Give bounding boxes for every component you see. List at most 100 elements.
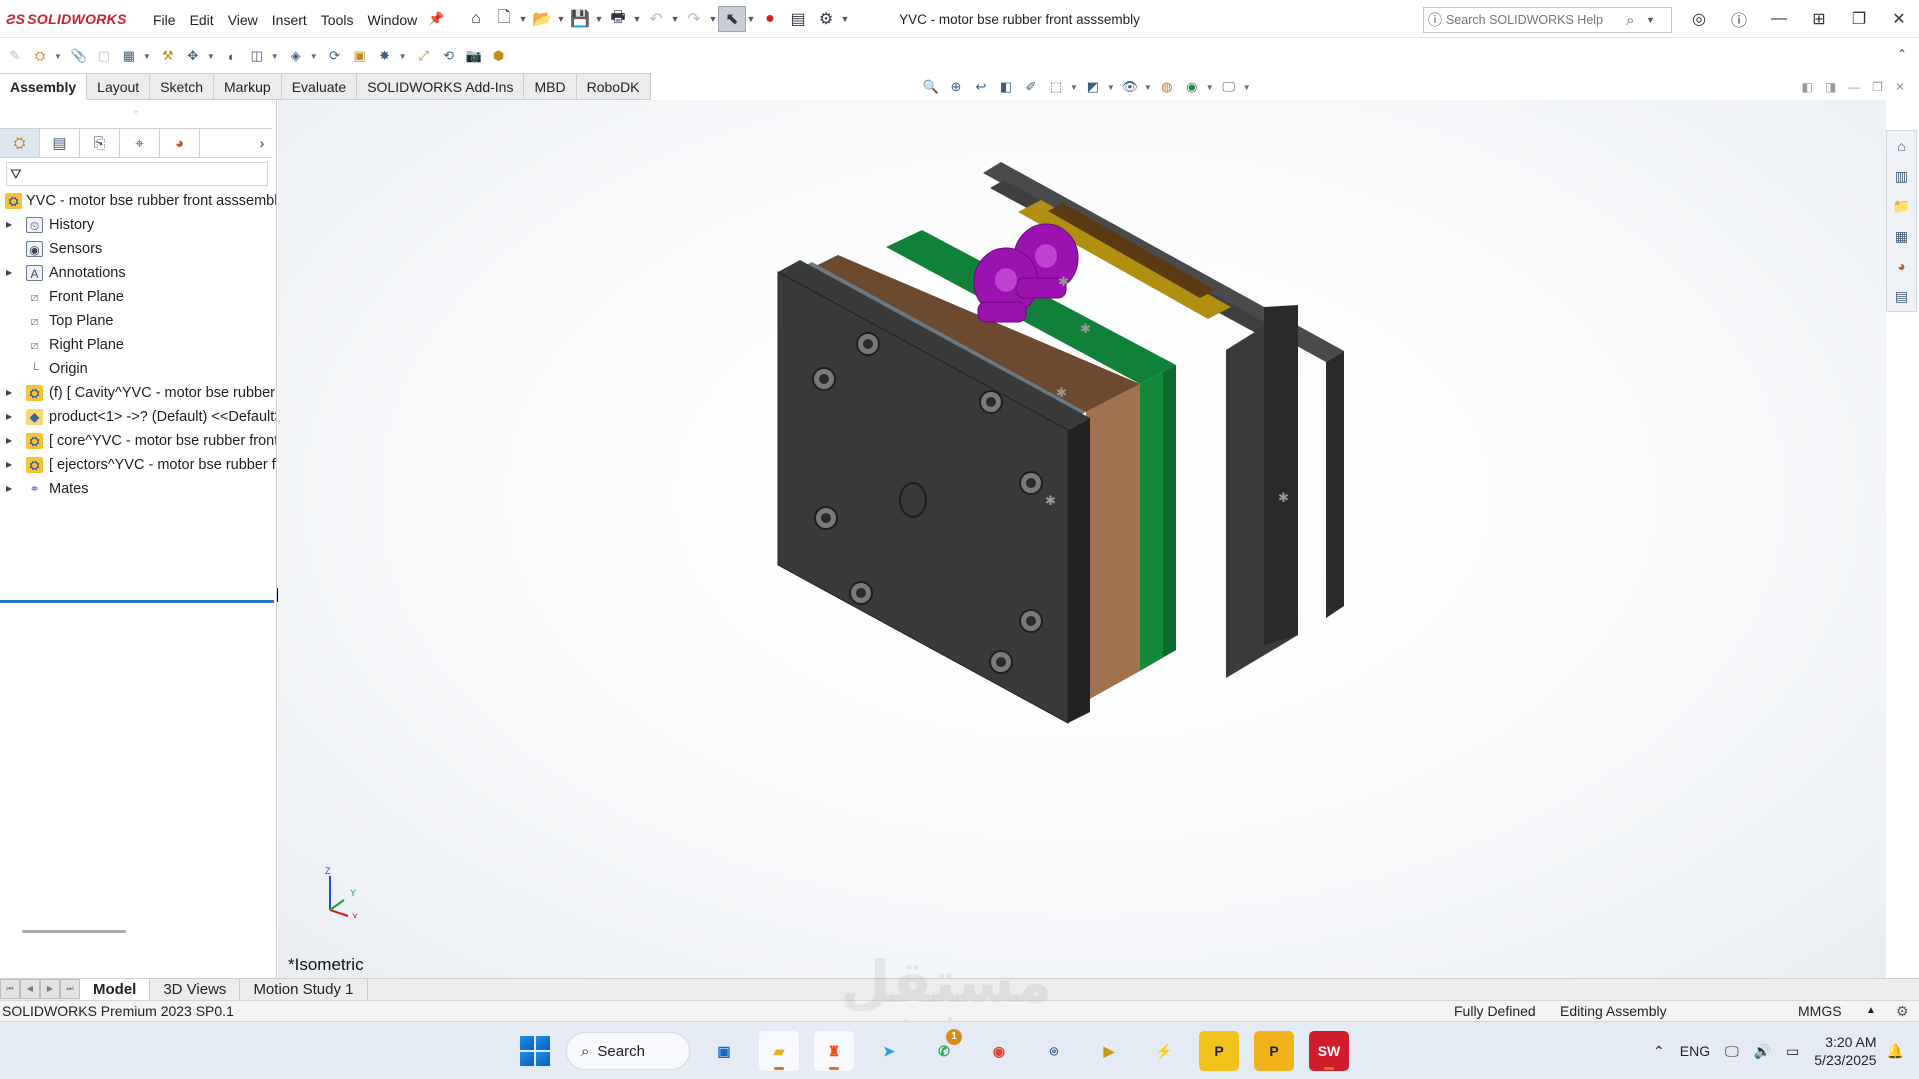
- view-palette-icon[interactable]: ▦: [1887, 221, 1916, 251]
- tree-item-sensors[interactable]: ◉ Sensors: [0, 237, 276, 261]
- tab-markup[interactable]: Markup: [214, 73, 282, 100]
- tree-root-assembly[interactable]: ⛭ YVC - motor bse rubber front asssembly: [0, 189, 276, 213]
- configurationmanager-icon[interactable]: ⎘: [80, 129, 120, 157]
- insert-components-icon[interactable]: ⛭: [29, 45, 51, 67]
- section-view-icon[interactable]: ◧: [995, 76, 1017, 98]
- tree-item-annotations[interactable]: ▶ A Annotations: [0, 261, 276, 285]
- mold-assembly-model[interactable]: ✱ ✱ ✱ ✱ ✱: [278, 100, 1886, 978]
- chrome-icon[interactable]: ◉: [979, 1031, 1019, 1071]
- tree-item-mates[interactable]: ▶ ⚭ Mates: [0, 477, 276, 501]
- menu-file[interactable]: File: [146, 12, 183, 28]
- clock[interactable]: 3:20 AM 5/23/2025: [1814, 1033, 1876, 1069]
- solidworks-resources-icon[interactable]: ⌂: [1887, 131, 1916, 161]
- tab-sketch[interactable]: Sketch: [150, 73, 215, 100]
- split-right-icon[interactable]: ◨: [1825, 80, 1836, 94]
- insert-components-dropdown-icon[interactable]: ▼: [54, 52, 62, 61]
- tree-item-right-plane[interactable]: ⧄ Right Plane: [0, 333, 276, 357]
- tab-motion-study[interactable]: Motion Study 1: [240, 979, 368, 1000]
- expand-arrow-icon[interactable]: ▶: [6, 213, 12, 237]
- viewport-close-icon[interactable]: ✕: [1895, 80, 1905, 94]
- pattern-dropdown-icon[interactable]: ▼: [143, 52, 151, 61]
- expand-arrow-icon[interactable]: ▶: [6, 405, 12, 429]
- telegram-icon[interactable]: ➤: [869, 1031, 909, 1071]
- assembly-features-icon[interactable]: ◫: [246, 45, 268, 67]
- show-hidden-icons-icon[interactable]: ⌃: [1653, 1043, 1665, 1060]
- last-tab-arrow-icon[interactable]: ⏭: [60, 979, 80, 999]
- prev-tab-arrow-icon[interactable]: ◀: [20, 979, 40, 999]
- tab-model[interactable]: Model: [80, 979, 151, 1000]
- filter-funnel-icon[interactable]: ⛛: [10, 166, 22, 182]
- notifications-icon[interactable]: 🔔: [1887, 1043, 1904, 1060]
- help-search-input[interactable]: [1446, 13, 1626, 27]
- print-icon[interactable]: 🖶: [604, 6, 632, 32]
- display-style-dropdown-icon[interactable]: ▼: [1107, 83, 1115, 92]
- restore-icon[interactable]: ❐: [1839, 9, 1879, 29]
- menu-window[interactable]: Window: [360, 12, 424, 28]
- design-library-icon[interactable]: ▥: [1887, 161, 1916, 191]
- zoom-to-fit-icon[interactable]: 🔍: [920, 76, 942, 98]
- help-icon[interactable]: ⓘ: [1719, 7, 1759, 31]
- file-explorer-icon[interactable]: ▰: [759, 1031, 799, 1071]
- zoom-to-area-icon[interactable]: ⊕: [945, 76, 967, 98]
- tree-item-cavity[interactable]: ▶ ⛭ (f) [ Cavity^YVC - motor bse rubber …: [0, 381, 276, 405]
- tree-item-product[interactable]: ▶ ◆ product<1> ->? (Default) <<Default>_…: [0, 405, 276, 429]
- compass-app-icon[interactable]: ⌾: [1034, 1031, 1074, 1071]
- mate-icon[interactable]: 📎: [68, 45, 90, 67]
- tab-layout[interactable]: Layout: [87, 73, 151, 100]
- edit-component-icon[interactable]: ✎: [4, 45, 26, 67]
- more-tabs-chevron-icon[interactable]: ›: [252, 129, 272, 157]
- solidworks-logo[interactable]: ƧS SOLIDWORKS: [6, 11, 127, 27]
- taskbar-search[interactable]: ⌕ Search: [566, 1032, 690, 1070]
- language-indicator[interactable]: ENG: [1680, 1043, 1710, 1059]
- expand-arrow-icon[interactable]: ▶: [6, 477, 12, 501]
- new-motion-study-icon[interactable]: ⟳: [324, 45, 346, 67]
- tree-item-history[interactable]: ▶ ⏲ History: [0, 213, 276, 237]
- task-view-icon[interactable]: ▣: [704, 1031, 744, 1071]
- units-arrow-icon[interactable]: ▲: [1866, 1001, 1876, 1021]
- tab-addins[interactable]: SOLIDWORKS Add-Ins: [357, 73, 525, 100]
- tab-assembly[interactable]: Assembly: [0, 73, 88, 100]
- previous-view-icon[interactable]: ↩: [970, 76, 992, 98]
- solidworks-taskbar-icon[interactable]: SW: [1309, 1031, 1349, 1071]
- minimize-icon[interactable]: —: [1759, 10, 1799, 28]
- view-orientation-dropdown-icon[interactable]: ▼: [1070, 83, 1078, 92]
- edit-appearance-icon[interactable]: ◍: [1156, 76, 1178, 98]
- propertymanager-icon[interactable]: ▤: [40, 129, 80, 157]
- features-dropdown-icon[interactable]: ▼: [271, 52, 279, 61]
- user-account-icon[interactable]: ◎: [1679, 9, 1719, 29]
- hide-show-items-icon[interactable]: 👁: [1119, 76, 1141, 98]
- select-dropdown-icon[interactable]: ▼: [746, 14, 756, 24]
- custom-properties-icon[interactable]: ▤: [1887, 281, 1916, 311]
- options-gear-icon[interactable]: ⚙: [812, 6, 840, 32]
- search-icon[interactable]: ⌕: [1626, 12, 1646, 29]
- new-dropdown-icon[interactable]: ▼: [518, 14, 528, 24]
- split-left-icon[interactable]: ◧: [1801, 80, 1812, 94]
- close-icon[interactable]: ✕: [1879, 9, 1919, 29]
- display-style-icon[interactable]: ◩: [1082, 76, 1104, 98]
- brave-browser-icon[interactable]: ♜: [814, 1031, 854, 1071]
- expand-arrow-icon[interactable]: ▶: [6, 453, 12, 477]
- undo-icon[interactable]: ↶: [642, 6, 670, 32]
- dimxpertmanager-icon[interactable]: ⌖: [120, 129, 160, 157]
- tree-filter[interactable]: ⛛: [6, 162, 268, 186]
- open-dropdown-icon[interactable]: ▼: [556, 14, 566, 24]
- horizontal-scrollbar[interactable]: [22, 930, 126, 933]
- component-preview-icon[interactable]: ▢: [93, 45, 115, 67]
- tab-mbd[interactable]: MBD: [524, 73, 577, 100]
- tree-item-top-plane[interactable]: ⧄ Top Plane: [0, 309, 276, 333]
- hide-show-dropdown-icon[interactable]: ▼: [1144, 83, 1152, 92]
- dynamic-annotation-icon[interactable]: ✐: [1020, 76, 1042, 98]
- p-snp-app-icon[interactable]: P: [1199, 1031, 1239, 1071]
- move-component-icon[interactable]: ✥: [182, 45, 204, 67]
- tree-item-ejectors[interactable]: ▶ ⛭ [ ejectors^YVC - motor bse rubber fr…: [0, 453, 276, 477]
- take-snapshot-icon[interactable]: 📷: [463, 45, 485, 67]
- unit-system[interactable]: MMGS: [1798, 1001, 1842, 1021]
- exploded-view-icon[interactable]: ✸: [374, 45, 396, 67]
- mechanical-app-icon[interactable]: ⚡: [1144, 1031, 1184, 1071]
- media-app-icon[interactable]: ▶: [1089, 1031, 1129, 1071]
- menu-edit[interactable]: Edit: [183, 12, 221, 28]
- scene-dropdown-icon[interactable]: ▼: [1206, 83, 1214, 92]
- select-arrow-icon[interactable]: ⬉: [718, 6, 746, 32]
- undo-dropdown-icon[interactable]: ▼: [670, 14, 680, 24]
- update-speedpak-icon[interactable]: ⟲: [438, 45, 460, 67]
